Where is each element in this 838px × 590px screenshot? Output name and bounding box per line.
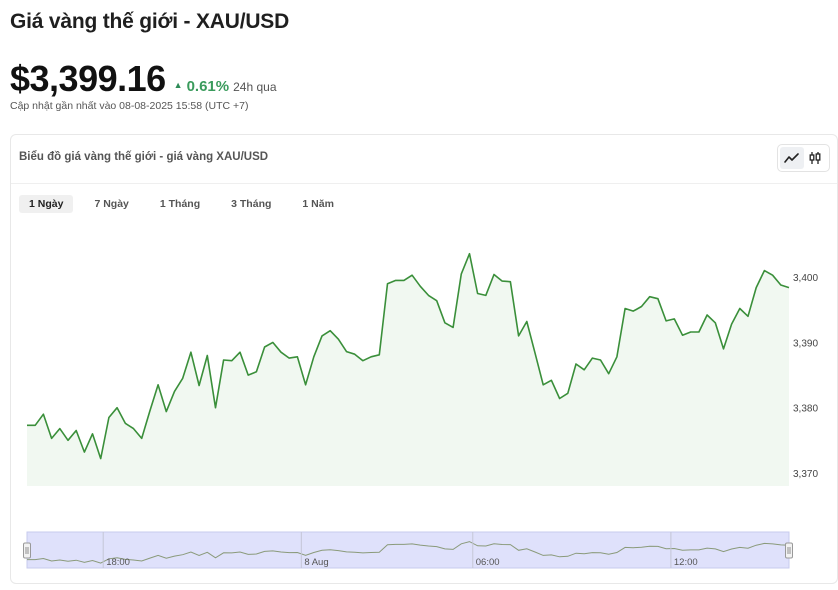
navigator-tick-label: 8 Aug <box>304 557 328 568</box>
navigator-right-handle[interactable] <box>785 542 793 559</box>
navigator-tick-label: 18:00 <box>106 557 130 568</box>
navigator-left-handle[interactable] <box>23 542 31 559</box>
navigator-tick-label: 06:00 <box>476 557 500 568</box>
y-tick-label: 3,380 <box>793 404 818 415</box>
y-tick-label: 3,400 <box>793 273 818 284</box>
price-area-fill <box>27 253 789 486</box>
price-chart: 3,370 3,380 3,390 3,400 18:00 8 Aug 06:00 12:00 <box>23 252 818 569</box>
y-tick-label: 3,390 <box>793 338 818 349</box>
navigator-tick-label: 12:00 <box>674 557 698 568</box>
y-tick-label: 3,370 <box>793 469 818 480</box>
